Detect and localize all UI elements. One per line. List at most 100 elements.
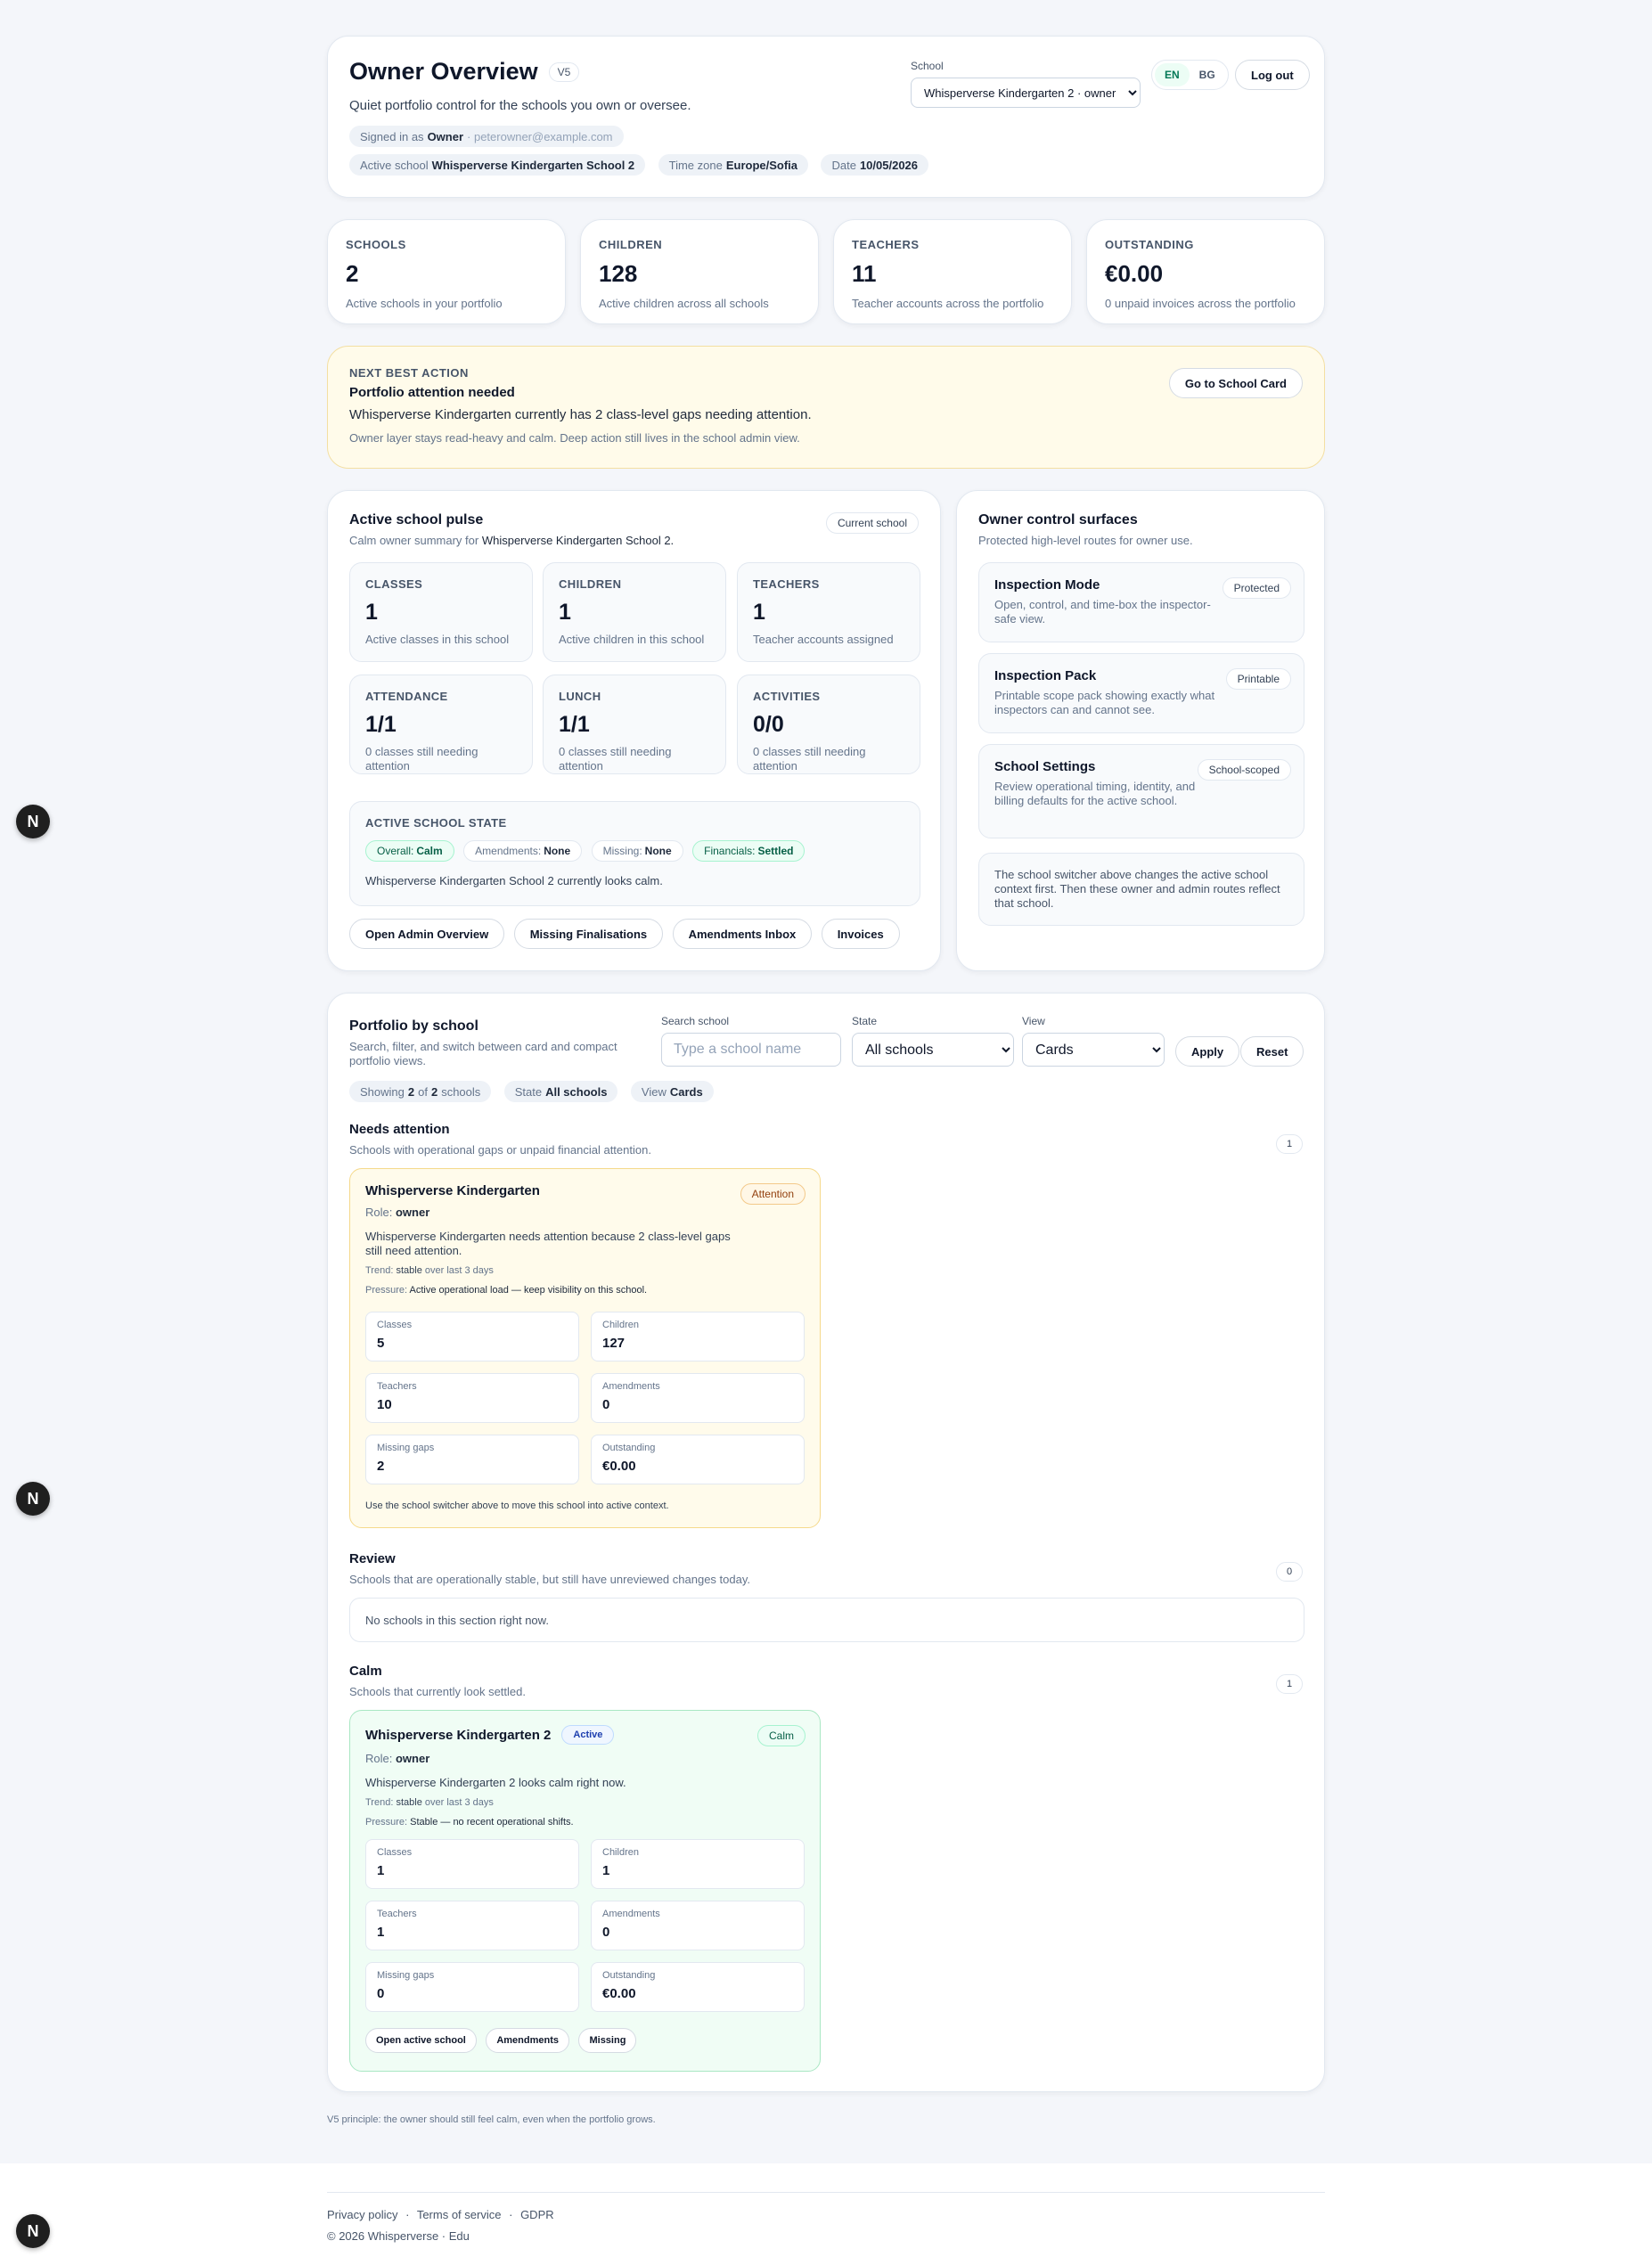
lang-bg-button[interactable]: BG — [1190, 63, 1225, 86]
group-calm-sub: Schools that currently look settled. — [349, 1685, 526, 1698]
next-action-title: Portfolio attention needed — [349, 385, 515, 400]
stat-teachers: Teachers 11 Teacher accounts across the … — [833, 219, 1072, 324]
state-pill: State All schools — [503, 1081, 618, 1102]
missing-finalisations-button[interactable]: Missing Finalisations — [513, 919, 664, 949]
owner-header-card: Owner Overview V5 Quiet portfolio contro… — [327, 36, 1325, 198]
metric-missing-gaps: Missing gaps 0 — [365, 1962, 579, 2012]
dev-tools-n-icon[interactable]: N — [16, 1482, 50, 1516]
attention-badge: Attention — [740, 1183, 806, 1205]
active-badge: Active — [561, 1725, 615, 1745]
surface-inspection-mode[interactable]: Inspection Mode Open, control, and time-… — [978, 562, 1304, 642]
amendments-inbox-button[interactable]: Amendments Inbox — [672, 919, 813, 949]
group-review-title: Review — [349, 1551, 396, 1566]
school-card-attention: Whisperverse Kindergarten Attention Role… — [349, 1168, 821, 1528]
date-pill: Date 10/05/2026 — [821, 154, 929, 176]
view-pill: View Cards — [630, 1081, 714, 1102]
stat-outstanding: Outstanding €0.00 0 unpaid invoices acro… — [1086, 219, 1325, 324]
pulse-tile-teachers: TEACHERS 1 Teacher accounts assigned — [737, 562, 920, 662]
school-footnote: Use the school switcher above to move th… — [365, 1500, 669, 1511]
privacy-policy-link[interactable]: Privacy policy — [327, 2208, 397, 2221]
school-trend: Trend: stable over last 3 days — [365, 1797, 494, 1808]
open-active-school-button[interactable]: Open active school — [365, 2028, 477, 2053]
group-review-sub: Schools that are operationally stable, b… — [349, 1573, 750, 1586]
group-calm-title: Calm — [349, 1664, 382, 1679]
owner-subtitle: Protected high-level routes for owner us… — [978, 534, 1193, 547]
copyright: © 2026 Whisperverse · Edu — [327, 2229, 470, 2243]
portfolio-filter-pills: Showing 2 of 2 schools State All schools View… — [349, 1081, 723, 1102]
metric-teachers: Teachers 1 — [365, 1901, 579, 1950]
metric-children: Children 1 — [591, 1839, 805, 1889]
state-financials-pill: Financials: Settled — [692, 840, 806, 862]
invoices-button[interactable]: Invoices — [821, 919, 900, 949]
school-name: Whisperverse Kindergarten — [365, 1183, 540, 1198]
pulse-tile-children: CHILDREN 1 Active children in this school — [543, 562, 726, 662]
pulse-tile-attendance: ATTENDANCE 1/1 0 classes still needing att… — [349, 675, 533, 774]
go-to-school-card-button[interactable]: Go to School Card — [1168, 368, 1303, 398]
school-select[interactable]: Whisperverse Kindergarten 2 · owner — [911, 78, 1141, 108]
surface-inspection-pack[interactable]: Inspection Pack Printable scope pack sho… — [978, 653, 1304, 733]
amendments-button[interactable]: Amendments — [486, 2028, 570, 2053]
state-label: State — [852, 1015, 878, 1027]
pulse-tile-activities: ACTIVITIES 0/0 0 classes still needing att… — [737, 675, 920, 774]
group-review-count: 0 — [1276, 1562, 1303, 1582]
metric-amendments: Amendments 0 — [591, 1901, 805, 1950]
signed-in-row: Signed in as Owner · peterowner@example.… — [349, 126, 1303, 147]
timezone-pill: Time zone Europe/Sofia — [658, 154, 809, 176]
next-action-kicker: NEXT BEST ACTION — [349, 366, 469, 380]
view-select[interactable]: Cards — [1022, 1033, 1165, 1067]
page-subtitle: Quiet portfolio control for the schools … — [349, 98, 691, 113]
school-card-calm: Whisperverse Kindergarten 2 Active Calm … — [349, 1710, 821, 2072]
search-school-input[interactable] — [661, 1033, 841, 1067]
missing-button[interactable]: Missing — [578, 2028, 637, 2053]
group-calm-count: 1 — [1276, 1674, 1303, 1694]
lang-en-button[interactable]: EN — [1155, 63, 1190, 86]
school-pressure: Pressure: Active operational load — keep… — [365, 1285, 648, 1296]
state-select[interactable]: All schools — [852, 1033, 1014, 1067]
logout-button[interactable]: Log out — [1235, 60, 1310, 90]
review-empty-state: No schools in this section right now. — [349, 1598, 1304, 1642]
active-school-pulse-card: Active school pulse Calm owner summary f… — [327, 490, 941, 971]
terms-of-service-link[interactable]: Terms of service — [417, 2208, 502, 2221]
state-pills: Overall: Calm Amendments: None Missing: Non… — [365, 840, 904, 862]
open-admin-overview-button[interactable]: Open Admin Overview — [349, 919, 505, 949]
page-background: Owner Overview V5 Quiet portfolio contro… — [0, 0, 1652, 2163]
metric-classes: Classes 1 — [365, 1839, 579, 1889]
school-trend: Trend: stable over last 3 days — [365, 1265, 494, 1276]
owner-title: Owner control surfaces — [978, 512, 1138, 527]
view-label: View — [1022, 1015, 1045, 1027]
active-school-state: ACTIVE SCHOOL STATE Overall: Calm Amendme… — [349, 801, 920, 906]
page-title: Owner Overview — [349, 58, 538, 85]
school-scoped-badge: School-scoped — [1197, 759, 1291, 781]
active-school-pill: Active school Whisperverse Kindergarten S… — [349, 154, 646, 176]
metric-teachers: Teachers 10 — [365, 1373, 579, 1423]
version-badge: V5 — [548, 61, 580, 82]
state-overall-pill: Overall: Calm — [365, 840, 454, 862]
dev-tools-n-icon[interactable]: N — [16, 805, 50, 838]
apply-button[interactable]: Apply — [1175, 1036, 1240, 1067]
state-amendments-pill: Amendments: None — [463, 840, 583, 862]
gdpr-link[interactable]: GDPR — [520, 2208, 554, 2221]
footer — [0, 2163, 1652, 2265]
signed-in-pill: Signed in as Owner · peterowner@example.… — [349, 126, 624, 147]
surface-school-settings[interactable]: School Settings Review operational timin… — [978, 744, 1304, 838]
dev-tools-n-icon[interactable]: N — [16, 2214, 50, 2248]
pulse-tile-lunch: LUNCH 1/1 0 classes still needing attentio… — [543, 675, 726, 774]
context-row: Active school Whisperverse Kindergarten S… — [349, 154, 1303, 176]
current-school-badge: Current school — [825, 512, 919, 534]
metric-outstanding: Outstanding €0.00 — [591, 1962, 805, 2012]
owner-control-surfaces-card: Owner control surfaces Protected high-le… — [956, 490, 1325, 971]
reset-button[interactable]: Reset — [1240, 1036, 1304, 1067]
pulse-actions: Open Admin Overview Missing Finalisation… — [349, 919, 900, 949]
group-needs-attention-sub: Schools with operational gaps or unpaid … — [349, 1143, 651, 1157]
metric-missing-gaps: Missing gaps 2 — [365, 1435, 579, 1484]
calm-badge: Calm — [756, 1725, 806, 1746]
showing-pill: Showing 2 of 2 schools — [349, 1081, 492, 1102]
metric-outstanding: Outstanding €0.00 — [591, 1435, 805, 1484]
school-role: Role: owner — [365, 1752, 430, 1765]
metric-children: Children 127 — [591, 1312, 805, 1361]
next-best-action-card: NEXT BEST ACTION Portfolio attention nee… — [327, 346, 1325, 469]
metric-classes: Classes 5 — [365, 1312, 579, 1361]
school-switcher-label: School — [911, 60, 944, 72]
pulse-tile-classes: CLASSES 1 Active classes in this school — [349, 562, 533, 662]
search-label: Search school — [661, 1015, 730, 1027]
